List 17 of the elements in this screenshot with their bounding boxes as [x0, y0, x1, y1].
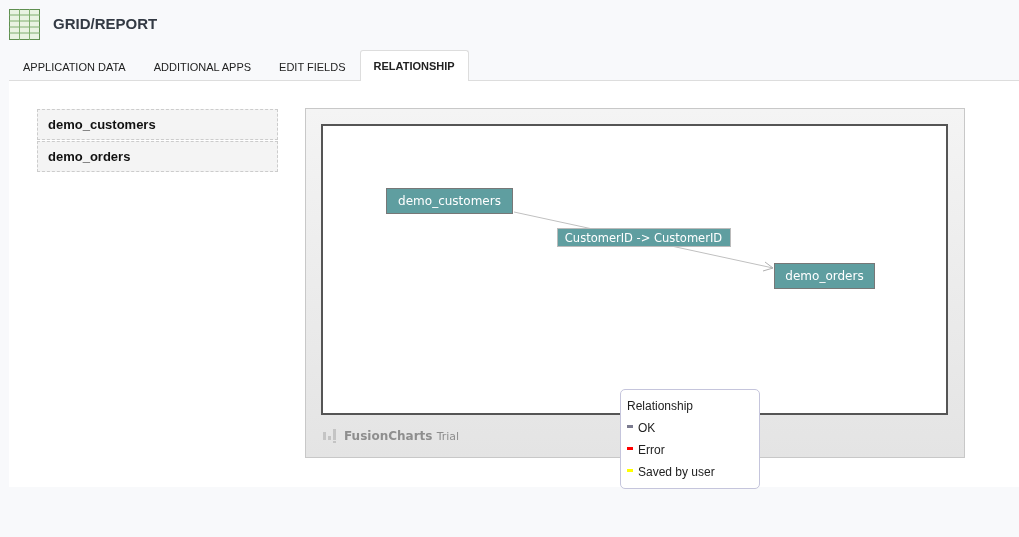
bar-chart-icon: [323, 429, 336, 443]
tab[interactable]: EDIT FIELDS: [265, 51, 360, 81]
spreadsheet-icon: [9, 8, 40, 40]
tab[interactable]: RELATIONSHIP: [359, 50, 469, 81]
page-title: GRID/REPORT: [53, 14, 158, 32]
tab[interactable]: ADDITIONAL APPS: [139, 51, 266, 81]
table-node: demo_orders: [774, 263, 875, 289]
relationship-label: CustomerID -> CustomerID: [556, 228, 731, 247]
legend-label: OK: [638, 421, 656, 435]
table-node: demo_customers: [386, 188, 513, 214]
legend-label: Error: [638, 443, 665, 457]
legend-label: Saved by user: [638, 465, 715, 479]
table-list-item[interactable]: demo_orders: [37, 141, 278, 172]
watermark-text: FusionCharts Trial: [344, 429, 460, 443]
legend-title: Relationship: [627, 399, 695, 413]
tab[interactable]: APPLICATION DATA: [9, 51, 140, 81]
table-list-item[interactable]: demo_customers: [37, 109, 278, 140]
